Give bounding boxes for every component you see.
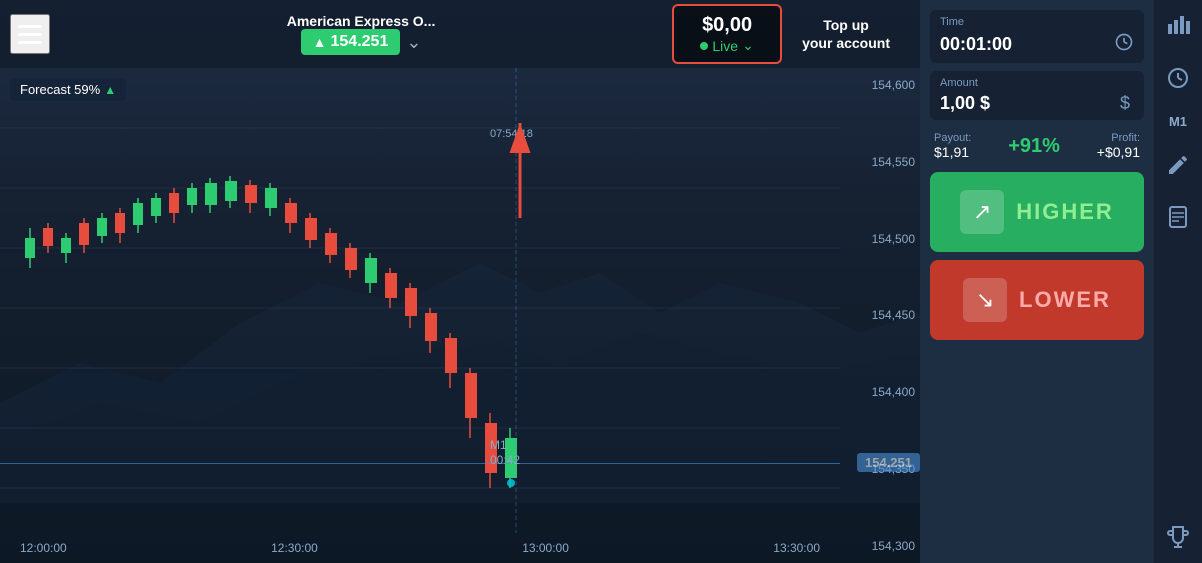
header-bar: American Express O... ▲ 154.251 ⌄ $0,00 … bbox=[0, 0, 920, 68]
time-row: 00:01:00 bbox=[940, 32, 1134, 57]
price-level-4: 154,450 bbox=[845, 308, 915, 322]
price-level-7: 154,300 bbox=[845, 539, 915, 553]
price-level-3: 154,500 bbox=[845, 232, 915, 246]
time-value[interactable]: 00:01:00 bbox=[940, 34, 1012, 55]
amount-section: Amount 1,00 $ $ bbox=[930, 71, 1144, 120]
asset-section: American Express O... ▲ 154.251 ⌄ bbox=[60, 13, 662, 55]
lower-label: LOWER bbox=[1019, 287, 1111, 313]
topup-section[interactable]: Top up your account bbox=[782, 16, 910, 52]
time-label: Time bbox=[940, 16, 1134, 28]
forecast-badge: Forecast 59% ▲ bbox=[10, 78, 126, 101]
chart-area: Forecast 59% ▲ 07:54:18 bbox=[0, 68, 920, 563]
payout-label: Payout: bbox=[934, 132, 971, 144]
m1-timeframe-label: M1 bbox=[490, 438, 507, 452]
clock-icon[interactable] bbox=[1162, 62, 1194, 94]
hamburger-line2 bbox=[18, 33, 42, 36]
higher-arrow-icon: ↗ bbox=[960, 190, 1004, 234]
price-level-1: 154,600 bbox=[845, 78, 915, 92]
hamburger-line3 bbox=[18, 41, 42, 44]
book-icon[interactable] bbox=[1162, 201, 1194, 233]
clock-panel-icon[interactable] bbox=[1114, 32, 1134, 57]
m1-panel-label: M1 bbox=[1169, 114, 1187, 129]
balance-section[interactable]: $0,00 Live ⌄ bbox=[672, 4, 782, 64]
payout-section: Payout: $1,91 +91% Profit: +$0,91 bbox=[930, 128, 1144, 164]
hamburger-button[interactable] bbox=[10, 14, 50, 54]
arrow-annotation bbox=[490, 108, 550, 233]
m1-time-label: 00:42 bbox=[490, 453, 520, 467]
edit-icon[interactable] bbox=[1162, 149, 1194, 181]
topup-line2: your account bbox=[802, 34, 890, 52]
lower-button[interactable]: ↘ LOWER bbox=[930, 260, 1144, 340]
asset-name: American Express O... bbox=[287, 13, 436, 29]
price-level-2: 154,550 bbox=[845, 155, 915, 169]
amount-value[interactable]: 1,00 $ bbox=[940, 93, 990, 114]
bar-chart-icon[interactable] bbox=[1162, 10, 1194, 42]
higher-label: HIGHER bbox=[1016, 199, 1114, 225]
lower-arrow-icon: ↘ bbox=[963, 278, 1007, 322]
balance-mode: Live bbox=[712, 38, 738, 54]
asset-chevron-icon[interactable]: ⌄ bbox=[406, 32, 421, 53]
amount-row: 1,00 $ $ bbox=[940, 93, 1134, 114]
profit-value: +$0,91 bbox=[1097, 144, 1140, 160]
live-dot bbox=[700, 42, 708, 50]
payout-left: Payout: $1,91 bbox=[934, 132, 971, 160]
balance-live-row: Live ⌄ bbox=[700, 37, 753, 54]
time-label-2: 12:30:00 bbox=[271, 541, 318, 555]
price-axis: 154,600 154,550 154,500 154,450 154,400 … bbox=[840, 68, 920, 563]
payout-percent: +91% bbox=[1008, 135, 1060, 158]
currency-button[interactable]: $ bbox=[1116, 93, 1134, 114]
time-label-3: 13:00:00 bbox=[522, 541, 569, 555]
higher-button[interactable]: ↗ HIGHER bbox=[930, 172, 1144, 252]
price-up-arrow: ▲ bbox=[313, 34, 327, 50]
trading-panel: Time 00:01:00 Amount 1,00 $ $ Payout: $1… bbox=[920, 0, 1154, 563]
asset-price-badge[interactable]: ▲ 154.251 bbox=[301, 29, 401, 55]
asset-price-row: ▲ 154.251 ⌄ bbox=[301, 29, 422, 55]
hamburger-line1 bbox=[18, 25, 42, 28]
time-label-4: 13:30:00 bbox=[773, 541, 820, 555]
forecast-text: Forecast 59% bbox=[20, 82, 100, 97]
time-section: Time 00:01:00 bbox=[930, 10, 1144, 63]
balance-chevron-icon: ⌄ bbox=[742, 37, 754, 54]
panel-controls: M1 bbox=[1154, 0, 1202, 563]
amount-label: Amount bbox=[940, 77, 1134, 89]
trophy-icon[interactable] bbox=[1162, 521, 1194, 553]
time-label-1: 12:00:00 bbox=[20, 541, 67, 555]
topup-line1: Top up bbox=[823, 16, 869, 34]
profit-label: Profit: bbox=[1111, 132, 1140, 144]
asset-price-value: 154.251 bbox=[331, 33, 389, 51]
balance-amount: $0,00 bbox=[702, 14, 752, 37]
forecast-arrow-icon: ▲ bbox=[104, 83, 116, 97]
payout-value: $1,91 bbox=[934, 144, 971, 160]
payout-right: Profit: +$0,91 bbox=[1097, 132, 1140, 160]
current-price-tag: 154.251 bbox=[857, 453, 920, 472]
price-level-5: 154,400 bbox=[845, 385, 915, 399]
time-axis: 12:00:00 12:30:00 13:00:00 13:30:00 bbox=[0, 533, 840, 563]
current-price-line: 154.251 bbox=[0, 463, 840, 464]
